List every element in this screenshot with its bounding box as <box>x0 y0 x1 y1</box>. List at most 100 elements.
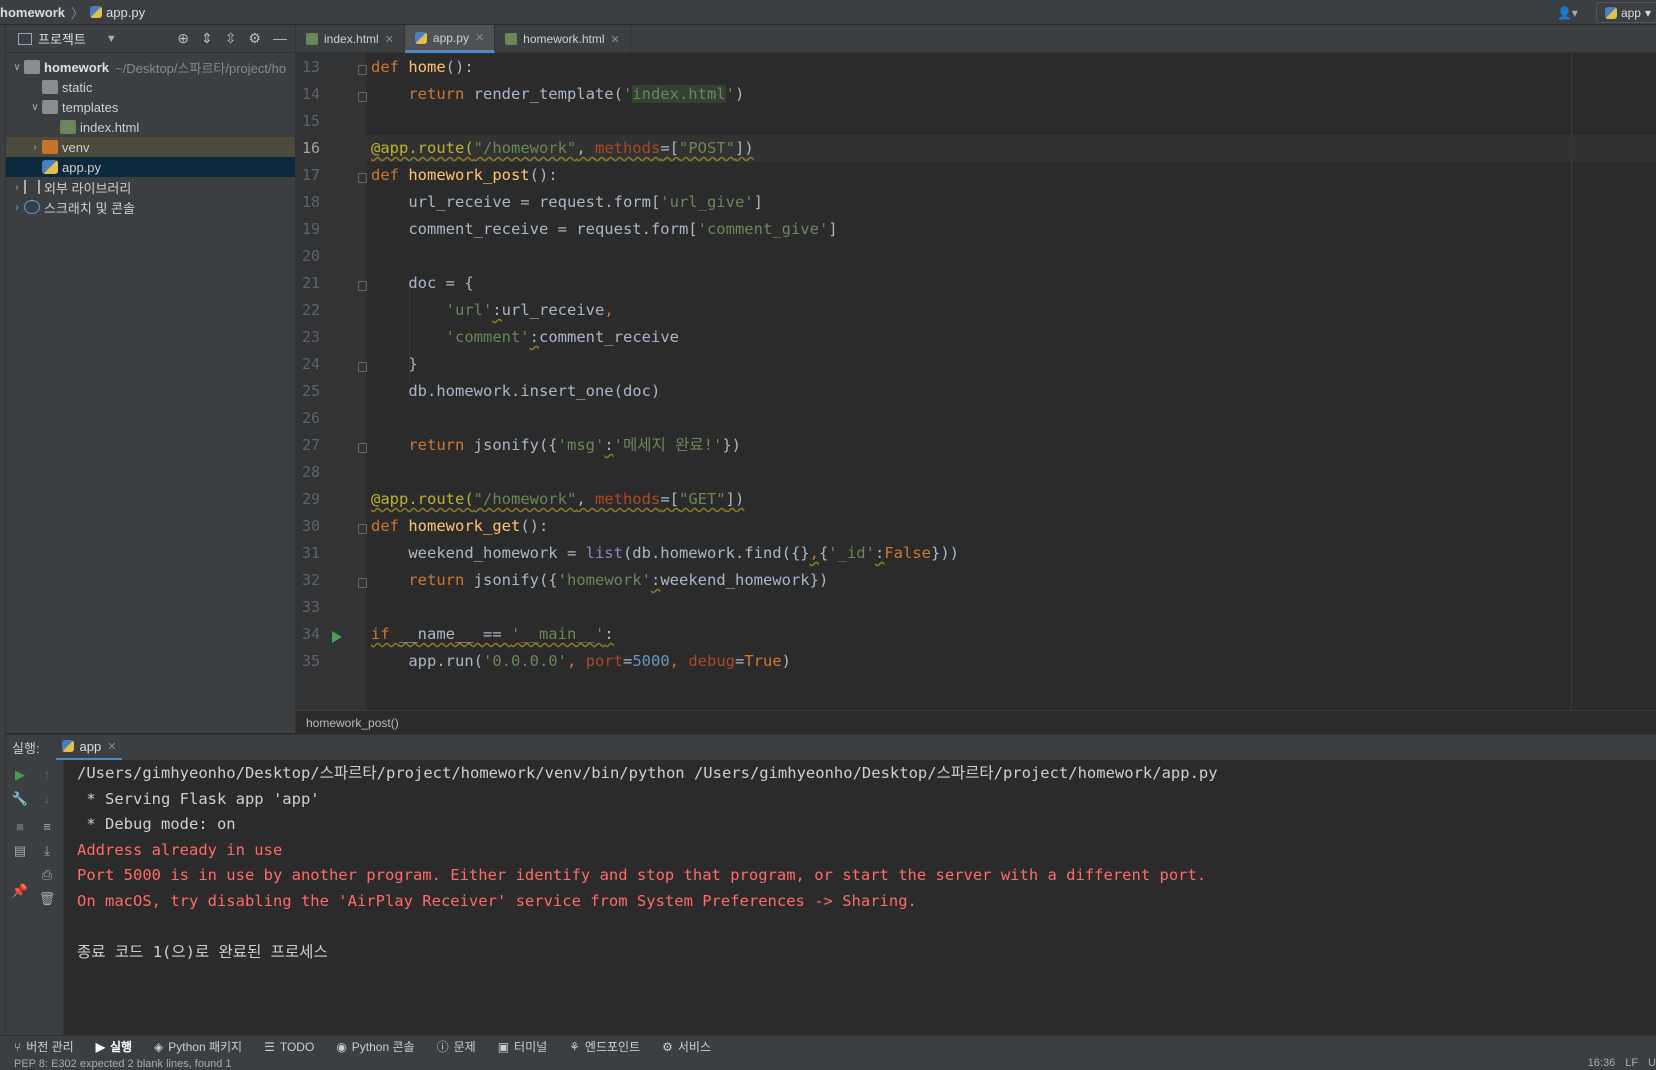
tree-item-app-py[interactable]: app.py <box>6 157 295 177</box>
gear-icon[interactable]: ⚙ <box>248 30 261 47</box>
status-encoding[interactable]: U <box>1648 1057 1656 1069</box>
breadcrumb-file[interactable]: app.py <box>90 5 145 20</box>
close-icon[interactable]: ✕ <box>475 31 484 44</box>
hide-icon[interactable]: — <box>273 30 287 47</box>
collapse-all-icon[interactable]: ⇳ <box>225 30 237 47</box>
tool-label: 문제 <box>453 1040 476 1054</box>
fold-icon[interactable] <box>358 65 367 75</box>
breadcrumb-function[interactable]: homework_post() <box>306 716 399 730</box>
status-line-separator[interactable]: LF <box>1625 1057 1638 1069</box>
fold-icon[interactable] <box>358 362 367 372</box>
console-error-line: Address already in use <box>77 841 283 859</box>
pin-icon[interactable]: 📌 <box>11 882 29 900</box>
tab-homework-html[interactable]: homework.html ✕ <box>495 25 631 53</box>
code-editor[interactable]: 13 14 15 16 17 18 19 20 21 22 23 24 25 2… <box>296 53 1656 710</box>
editor-gutter: 13 14 15 16 17 18 19 20 21 22 23 24 25 2… <box>296 53 367 710</box>
tree-item-static[interactable]: static <box>6 77 295 97</box>
fold-icon[interactable] <box>358 578 367 588</box>
tab-run-app[interactable]: app ✕ <box>55 735 123 761</box>
stop-icon[interactable]: ■ <box>11 818 29 836</box>
close-icon[interactable]: ✕ <box>385 33 394 46</box>
tree-item-path: ~/Desktop/스파르타/project/ho <box>115 60 287 76</box>
tool-python-console[interactable]: ◉ Python 콘솔 <box>336 1038 414 1055</box>
project-panel-title[interactable]: 프로젝트 <box>38 29 86 48</box>
folder-icon <box>24 60 40 74</box>
tree-item-external-libraries[interactable]: › 외부 라이브러리 <box>6 177 295 197</box>
fold-icon[interactable] <box>358 173 367 183</box>
tool-problems[interactable]: ⓘ 문제 <box>437 1038 476 1055</box>
scroll-to-end-icon[interactable]: ⤓ <box>38 842 56 860</box>
tool-endpoints[interactable]: ⚘ 엔드포인트 <box>569 1038 640 1055</box>
tree-item-venv[interactable]: › venv <box>6 137 295 157</box>
line-number: 17 <box>301 166 320 184</box>
run-gutter-icon[interactable] <box>332 631 342 643</box>
editor-tabs: index.html ✕ app.py ✕ homework.html ✕ <box>296 25 1656 53</box>
breadcrumb-project[interactable]: homework <box>0 5 65 20</box>
rerun-icon[interactable]: ▶ <box>11 766 29 784</box>
chevron-right-icon[interactable]: › <box>10 202 24 213</box>
close-icon[interactable]: ✕ <box>107 740 116 753</box>
tree-item-homework[interactable]: ∨ homework ~/Desktop/스파르타/project/ho <box>6 57 295 77</box>
code-line-32: return jsonify({'homework':weekend_homew… <box>408 571 829 589</box>
run-config-selector[interactable]: app ▾ <box>1595 2 1656 23</box>
tool-python-packages[interactable]: ◈ Python 패키지 <box>154 1038 242 1055</box>
info-icon: ⓘ <box>436 1040 449 1054</box>
tab-label: index.html <box>324 32 379 46</box>
code-line-23: 'comment':comment_receive <box>445 328 679 346</box>
tool-todo[interactable]: ☰ TODO <box>264 1040 314 1054</box>
trash-icon[interactable]: 🗑 <box>38 890 56 908</box>
tool-label: 서비스 <box>677 1040 712 1054</box>
code-line-21: doc = { <box>371 274 474 292</box>
soft-wrap-icon[interactable]: ≡ <box>38 818 56 836</box>
run-config-label: app <box>1620 5 1641 20</box>
chevron-down-icon[interactable]: ▼ <box>106 33 117 45</box>
wrench-icon[interactable]: 🔧 <box>11 790 29 808</box>
scratches-icon <box>24 200 40 214</box>
fold-icon[interactable] <box>358 281 367 291</box>
layers-icon: ◈ <box>154 1039 164 1054</box>
code-line-18: url_receive = request.form['url_give'] <box>371 193 763 211</box>
arrow-up-icon[interactable]: ↑ <box>38 766 56 784</box>
tool-version-control[interactable]: ⑂ 버전 관리 <box>14 1038 74 1055</box>
folder-icon <box>42 140 58 154</box>
fold-icon[interactable] <box>358 92 367 102</box>
status-time[interactable]: 16:36 <box>1588 1057 1616 1069</box>
expand-all-icon[interactable]: ⇕ <box>201 30 213 47</box>
python-file-icon <box>42 160 58 174</box>
chevron-right-icon[interactable]: › <box>28 142 42 153</box>
tool-run[interactable]: ▶ 실행 <box>96 1038 132 1055</box>
locate-icon[interactable]: ⊕ <box>177 30 189 47</box>
run-toolbar: ▶ ↑ 🔧 ↓ ■ ≡ ▤ ⤓ ⎙ 📌 🗑 <box>6 760 64 1035</box>
tab-app-py[interactable]: app.py ✕ <box>404 25 496 53</box>
tool-terminal[interactable]: ▣ 터미널 <box>498 1038 547 1055</box>
fold-icon[interactable] <box>358 443 367 453</box>
code-line-27: return jsonify({'msg':'메세지 완료!'}) <box>408 436 741 454</box>
editor-breadcrumb[interactable]: homework_post() <box>296 710 1656 734</box>
status-message[interactable]: PEP 8: E302 expected 2 blank lines, foun… <box>14 1058 232 1070</box>
line-number: 33 <box>301 598 320 616</box>
tree-item-templates[interactable]: ∨ templates <box>6 97 295 117</box>
line-number: 34 <box>301 625 320 643</box>
code-line-19: comment_receive = request.form['comment_… <box>371 220 838 238</box>
tab-index-html[interactable]: index.html ✕ <box>296 25 405 53</box>
close-icon[interactable]: ✕ <box>611 33 620 46</box>
tool-label: Python 콘솔 <box>351 1040 415 1054</box>
print-icon[interactable]: ⎙ <box>38 866 56 884</box>
tab-label: app.py <box>432 30 469 45</box>
line-number: 19 <box>301 220 320 238</box>
fold-icon[interactable] <box>358 524 367 534</box>
chevron-right-icon[interactable]: › <box>10 182 24 193</box>
chevron-down-icon[interactable]: ∨ <box>28 102 42 113</box>
tool-services[interactable]: ⚙ 서비스 <box>662 1038 711 1055</box>
chevron-down-icon[interactable]: ∨ <box>10 62 24 73</box>
code-line-14: return render_template('index.html') <box>408 85 745 103</box>
tree-item-index-html[interactable]: index.html <box>6 117 295 137</box>
layout-icon[interactable]: ▤ <box>11 842 29 860</box>
branch-icon: ⑂ <box>14 1039 22 1054</box>
arrow-down-icon[interactable]: ↓ <box>38 790 56 808</box>
line-number: 13 <box>301 58 320 76</box>
code-line-31: weekend_homework = list(db.homework.find… <box>371 544 959 562</box>
run-console[interactable]: /Users/gimhyeonho/Desktop/스파르타/project/h… <box>64 760 1656 1035</box>
tree-item-scratches[interactable]: › 스크래치 및 콘솔 <box>6 197 295 217</box>
user-menu-button[interactable]: 👤▾ <box>1549 6 1586 20</box>
